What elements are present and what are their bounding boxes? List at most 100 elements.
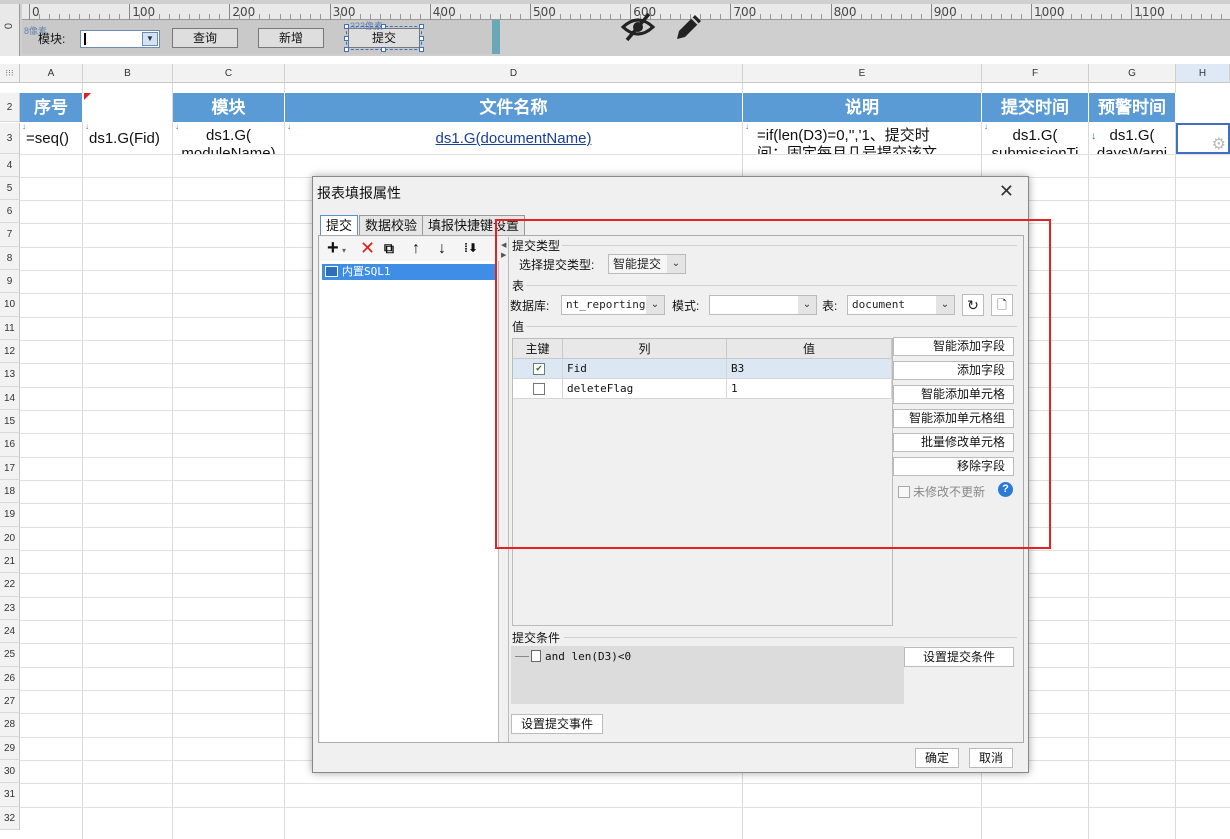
resize-handle[interactable] <box>419 47 424 52</box>
expand-right-icon[interactable]: ▶ <box>501 251 506 259</box>
row-header[interactable]: 18 <box>0 480 20 503</box>
row-header[interactable]: 3 <box>0 123 20 154</box>
column-cell[interactable]: Fid <box>563 359 727 379</box>
key-checkbox[interactable] <box>533 383 545 395</box>
add-icon[interactable]: + <box>327 237 339 260</box>
data-cell-c3[interactable]: ds1.G( moduleName) <box>173 123 285 154</box>
gear-icon[interactable]: ⚙ <box>1212 134 1226 154</box>
set-submit-event-button[interactable]: 设置提交事件 <box>511 714 603 734</box>
preview-icon[interactable]: 🗋 <box>991 294 1013 316</box>
batch-edit-cell-button[interactable]: 批量修改单元格 <box>893 433 1014 452</box>
column-header-d[interactable]: D <box>285 64 743 83</box>
smart-add-cell-group-button[interactable]: 智能添加单元格组 <box>893 409 1014 428</box>
row-header[interactable]: 14 <box>0 387 20 410</box>
close-icon[interactable]: ✕ <box>999 181 1014 202</box>
header-cell-submit-time[interactable]: 提交时间 <box>982 93 1089 122</box>
query-button[interactable]: 查询 <box>172 28 238 48</box>
row-header[interactable]: 25 <box>0 643 20 667</box>
row-header[interactable]: 21 <box>0 550 20 573</box>
collapse-left-icon[interactable]: ◀ <box>501 241 506 249</box>
ok-button[interactable]: 确定 <box>915 748 959 768</box>
row-header[interactable]: 24 <box>0 620 20 643</box>
row-header[interactable]: 6 <box>0 200 20 223</box>
smart-add-cell-button[interactable]: 智能添加单元格 <box>893 385 1014 404</box>
header-cell-filename[interactable]: 文件名称 <box>285 93 743 122</box>
row-header[interactable]: 4 <box>0 154 20 177</box>
chevron-down-icon[interactable]: ▼ <box>142 32 158 46</box>
resize-handle[interactable] <box>419 36 424 41</box>
module-combo[interactable]: ▼ <box>80 30 160 48</box>
column-header-c[interactable]: C <box>173 64 285 83</box>
tab-data-validation[interactable]: 数据校验 <box>359 215 424 235</box>
splitter[interactable]: ◀ ▶ <box>501 237 509 742</box>
copy-icon[interactable]: ⧉ <box>384 240 394 257</box>
chevron-down-icon[interactable]: ⌄ <box>646 296 664 314</box>
condition-item[interactable]: and len(D3)<0 <box>531 650 631 663</box>
schema-select[interactable]: ⌄ <box>709 295 817 315</box>
tab-submit[interactable]: 提交 <box>320 215 359 235</box>
header-cell-b[interactable] <box>83 93 173 122</box>
value-cell[interactable]: 1 <box>727 379 892 399</box>
data-cell-g3[interactable]: ds1.G( daysWarni <box>1089 123 1176 154</box>
sort-icon[interactable]: ⁞⬇ <box>464 241 478 255</box>
pencil-icon[interactable] <box>672 10 704 44</box>
row-header[interactable]: 20 <box>0 527 20 550</box>
cancel-button[interactable]: 取消 <box>969 748 1013 768</box>
row-header[interactable]: 15 <box>0 410 20 433</box>
column-header-b[interactable]: B <box>83 64 173 83</box>
smart-add-field-button[interactable]: 智能添加字段 <box>893 337 1014 356</box>
resize-handle[interactable] <box>344 47 349 52</box>
row-header[interactable]: 30 <box>0 760 20 783</box>
add-button[interactable]: 新增 <box>258 28 324 48</box>
row-header[interactable]: 29 <box>0 737 20 760</box>
table-select[interactable]: document ⌄ <box>847 295 955 315</box>
eye-hidden-icon[interactable] <box>620 10 656 44</box>
submit-item-sql1[interactable]: 内置SQL1 <box>322 264 497 280</box>
col-header-key[interactable]: 主键 <box>513 339 563 359</box>
header-cell-description[interactable]: 说明 <box>743 93 982 122</box>
data-cell-d3[interactable]: ds1.G(documentName) <box>285 123 743 154</box>
header-cell-seq[interactable]: 序号 <box>20 93 83 122</box>
data-cell-a3[interactable]: =seq() <box>20 123 83 154</box>
column-header-f[interactable]: F <box>982 64 1089 83</box>
row-header[interactable]: 2 <box>0 93 20 122</box>
chevron-down-icon[interactable]: ⌄ <box>936 296 954 314</box>
column-header-h[interactable]: H <box>1176 64 1230 83</box>
header-cell-warning-time[interactable]: 预警时间 <box>1089 93 1176 122</box>
row-header[interactable]: 19 <box>0 503 20 527</box>
selected-cell-h3[interactable]: ⚙ <box>1176 123 1230 154</box>
row-header[interactable]: 8 <box>0 247 20 270</box>
row-header[interactable]: 13 <box>0 363 20 387</box>
chevron-down-icon[interactable]: ▾ <box>342 246 346 255</box>
set-submit-condition-button[interactable]: 设置提交条件 <box>904 647 1014 667</box>
row-header[interactable]: 5 <box>0 177 20 200</box>
row-header[interactable]: 17 <box>0 457 20 480</box>
value-cell[interactable]: B3 <box>727 359 892 379</box>
row-header[interactable]: 32 <box>0 807 20 830</box>
select-all-corner[interactable]: ⁝⁝⁝ <box>0 64 20 83</box>
row-header[interactable]: 12 <box>0 340 20 363</box>
row-header[interactable]: 31 <box>0 783 20 807</box>
resize-handle[interactable] <box>419 24 424 29</box>
column-cell[interactable]: deleteFlag <box>563 379 727 399</box>
resize-handle[interactable] <box>344 24 349 29</box>
help-icon[interactable]: ? <box>998 482 1013 497</box>
row-header[interactable]: 10 <box>0 293 20 317</box>
resize-handle[interactable] <box>381 24 386 29</box>
checkbox-box[interactable] <box>898 486 910 498</box>
column-header-e[interactable]: E <box>743 64 982 83</box>
key-checkbox[interactable]: ✔ <box>533 363 545 375</box>
resize-handle[interactable] <box>344 36 349 41</box>
data-cell-b3[interactable]: ds1.G(Fid) <box>83 123 173 154</box>
tab-shortcut-settings[interactable]: 填报快捷键设置 <box>422 215 526 235</box>
col-header-column[interactable]: 列 <box>563 339 727 359</box>
delete-icon[interactable]: ✕ <box>360 238 375 259</box>
arrow-down-icon[interactable]: ↓ <box>438 240 446 258</box>
row-header[interactable]: 28 <box>0 713 20 737</box>
row-header[interactable]: 23 <box>0 597 20 620</box>
data-cell-f3[interactable]: ds1.G( submissionTi <box>982 123 1089 154</box>
refresh-icon[interactable]: ↻ <box>962 294 984 316</box>
parameter-panel-edge[interactable] <box>492 20 500 54</box>
resize-handle[interactable] <box>381 47 386 52</box>
database-select[interactable]: nt_reportings ⌄ <box>561 295 665 315</box>
